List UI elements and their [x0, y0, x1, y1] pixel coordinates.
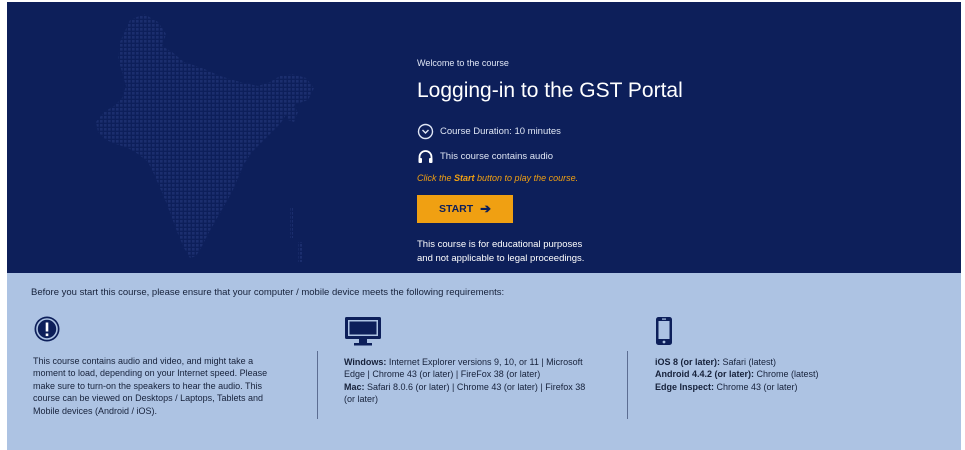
- mobile-requirements: iOS 8 (or later): Safari (latest) Androi…: [655, 316, 925, 393]
- note-line: Mobile devices (Android / iOS).: [33, 405, 158, 416]
- windows-line-1: Windows: Internet Explorer versions 9, 1…: [344, 356, 614, 369]
- mac-label: Mac:: [344, 381, 365, 392]
- note-line: moment to load, depending on your Intern…: [33, 368, 268, 378]
- edge-inspect-line: Edge Inspect: Chrome 43 (or later): [655, 381, 925, 394]
- welcome-text: Welcome to the course: [417, 58, 509, 68]
- arrow-right-icon: ➔: [480, 201, 492, 216]
- note-line: course can be viewed on Desktops / Lapto…: [33, 393, 263, 403]
- course-hero: Welcome to the course Logging-in to the …: [7, 2, 961, 273]
- india-map-dots: [96, 14, 314, 262]
- requirements-intro: Before you start this course, please ens…: [31, 287, 505, 298]
- edge-inspect-label: Edge Inspect:: [655, 381, 715, 392]
- windows-value: Internet Explorer versions 9, 10, or 11 …: [386, 356, 583, 367]
- windows-line-2: Edge | Chrome 43 (or later) | FireFox 38…: [344, 369, 541, 379]
- android-label: Android 4.4.2 (or later):: [655, 369, 755, 379]
- edge-inspect-value: Chrome 43 (or later): [714, 381, 798, 392]
- ios-label: iOS 8 (or later):: [655, 356, 721, 367]
- ios-value: Safari (latest): [720, 356, 777, 367]
- course-title: Logging-in to the GST Portal: [417, 79, 683, 102]
- course-audio-note: This course contains audio: [417, 148, 553, 165]
- instruction-start-word: Start: [454, 173, 475, 183]
- start-instruction: Click the Start button to play the cours…: [417, 173, 578, 183]
- column-divider: [317, 351, 318, 419]
- duration-label: Course Duration:: [440, 126, 512, 137]
- desktop-browser-list: Windows: Internet Explorer versions 9, 1…: [344, 356, 614, 406]
- headphones-icon: [418, 150, 433, 163]
- desktop-requirements: Windows: Internet Explorer versions 9, 1…: [344, 316, 614, 406]
- android-line: Android 4.4.2 (or later): Chrome (latest…: [655, 368, 925, 381]
- instruction-prefix: Click the: [417, 173, 455, 183]
- monitor-icon: [345, 317, 381, 346]
- ios-line: iOS 8 (or later): Safari (latest): [655, 356, 925, 369]
- note-line: This course contains audio and video, an…: [33, 355, 254, 366]
- disclaimer-line: and not applicable to legal proceedings.: [417, 253, 585, 264]
- column-divider: [627, 351, 628, 419]
- windows-label: Windows:: [344, 356, 387, 367]
- start-button-label: START: [438, 203, 474, 215]
- requirements-panel: Before you start this course, please ens…: [7, 273, 961, 450]
- android-value: Chrome (latest): [754, 369, 819, 379]
- mac-line-1: Mac: Safari 8.0.6 (or later) | Chrome 43…: [344, 381, 614, 394]
- clock-icon: [417, 123, 434, 140]
- note-line: make sure to turn-on the speakers to hea…: [33, 380, 262, 391]
- audio-video-requirements: This course contains audio and video, an…: [33, 315, 295, 417]
- instruction-suffix: button to play the course.: [474, 173, 579, 183]
- duration-value: 10 minutes: [514, 126, 561, 137]
- mac-value: Safari 8.0.6 (or later) | Chrome 43 (or …: [364, 381, 586, 392]
- audio-text: This course contains audio: [440, 151, 554, 162]
- course-disclaimer: This course is for educational purposes …: [417, 238, 637, 266]
- mac-line-2: (or later): [344, 394, 379, 404]
- mobile-icon: [656, 317, 672, 345]
- audio-video-note: This course contains audio and video, an…: [33, 355, 295, 418]
- disclaimer-line: This course is for educational purposes: [417, 239, 583, 250]
- start-button[interactable]: START ➔: [417, 195, 513, 223]
- course-duration: Course Duration: 10 minutes: [417, 123, 561, 140]
- mobile-browser-list: iOS 8 (or later): Safari (latest) Androi…: [655, 356, 925, 394]
- info-icon: [34, 316, 60, 342]
